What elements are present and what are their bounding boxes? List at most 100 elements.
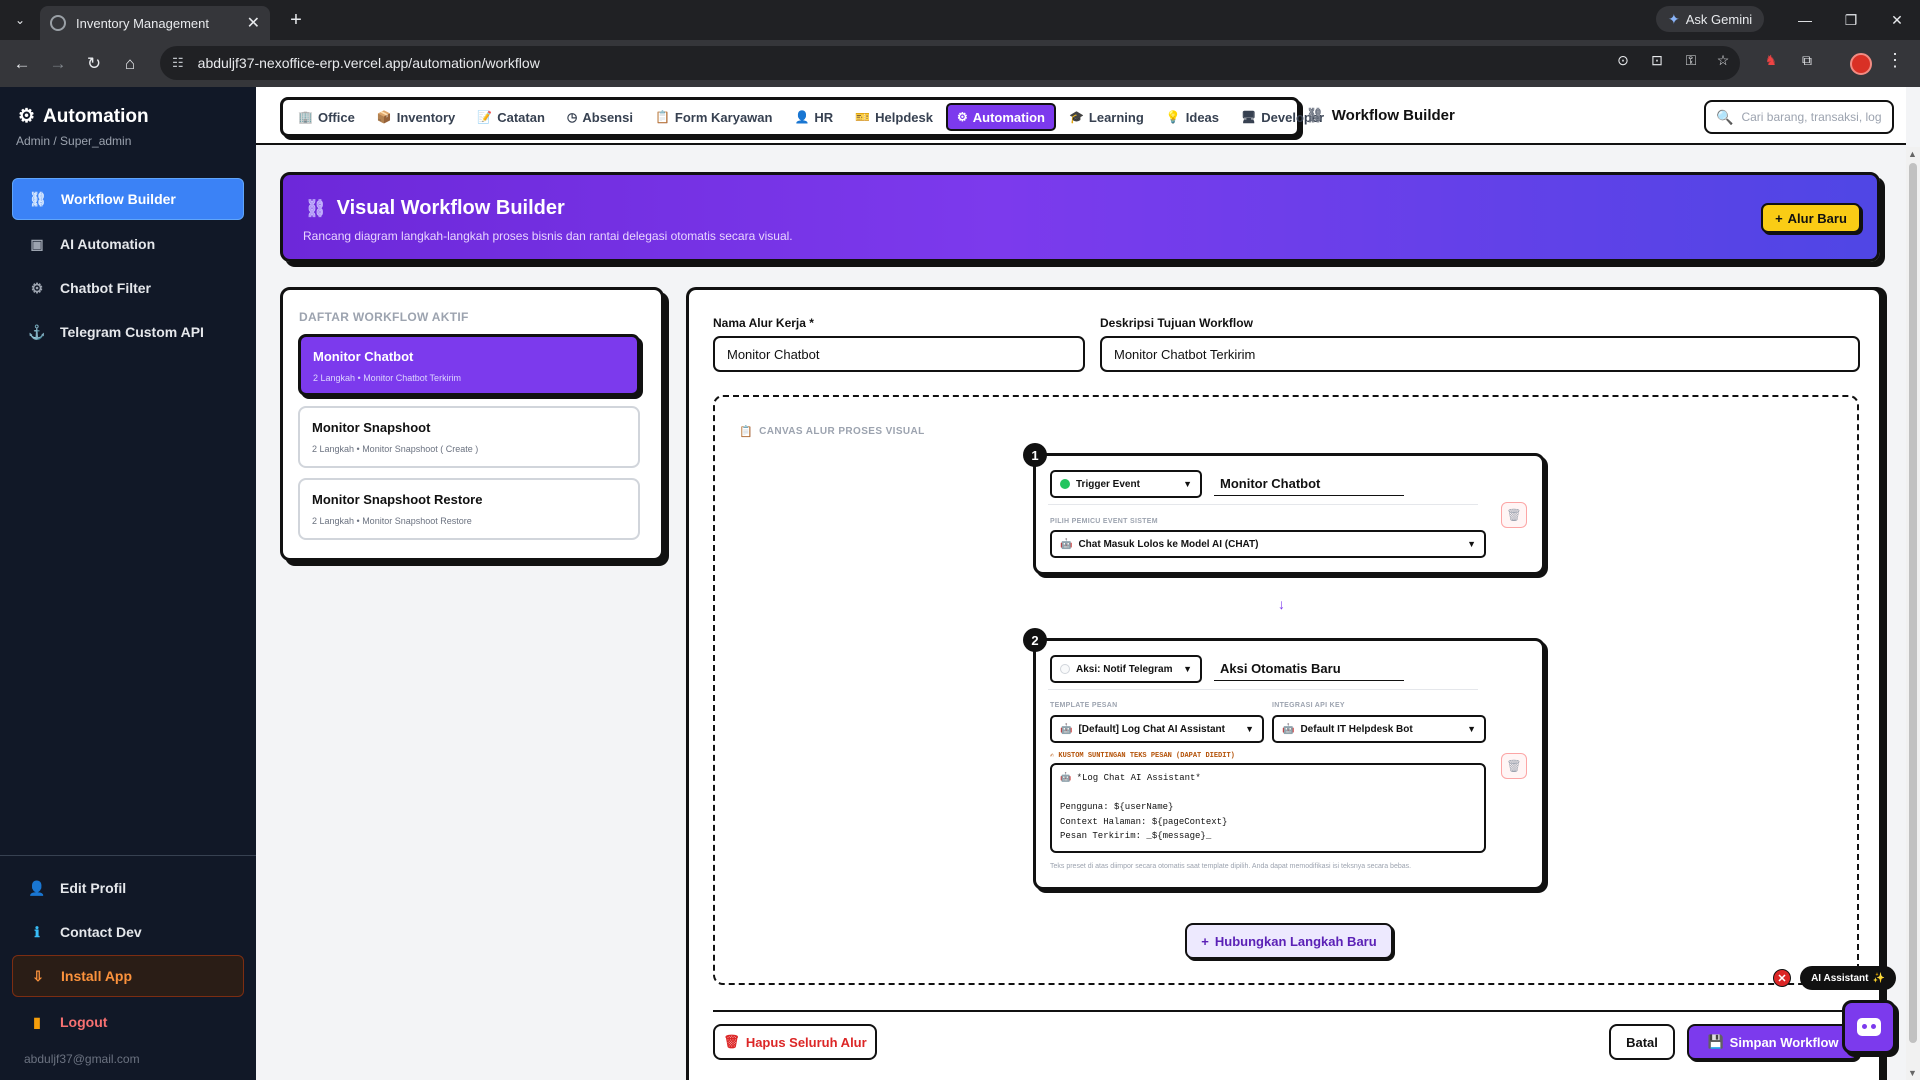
step-name-input[interactable]: Monitor Chatbot xyxy=(1214,472,1404,496)
custom-message-label-text: KUSTOM SUNTINGAN TEKS PESAN (DAPAT DIEDI… xyxy=(1058,752,1235,760)
sidebar-item-ai-automation[interactable]: ▣ AI Automation xyxy=(12,223,244,265)
nav-hr[interactable]: 👤 HR xyxy=(785,103,842,131)
star-icon[interactable]: ☆ xyxy=(1712,49,1734,71)
sidebar-item-label: AI Automation xyxy=(60,236,156,252)
reload-icon[interactable]: ↻ xyxy=(80,50,108,78)
address-bar[interactable]: ☷ abduljf37-nexoffice-erp.vercel.app/aut… xyxy=(160,46,1740,80)
page-scrollbar[interactable]: ▲ ▼ xyxy=(1906,147,1920,1080)
module-nav: 🏢 Office 📦 Inventory 📝 Catatan ◷ Absensi 📋 Fo… xyxy=(280,97,1324,137)
forward-icon[interactable]: → xyxy=(44,50,72,78)
api-key-select[interactable]: 🤖 Default IT Helpdesk Bot ▼ xyxy=(1272,715,1486,743)
sidebar-item-label: Chatbot Filter xyxy=(60,280,151,296)
step-type-select[interactable]: Trigger Event ▼ xyxy=(1050,470,1202,498)
new-tab-icon[interactable]: + xyxy=(282,6,310,34)
nav-office[interactable]: 🏢 Office xyxy=(289,103,364,131)
install-icon: ⇩ xyxy=(32,967,44,984)
workflow-card-monitor-snapshoot-restore[interactable]: Monitor Snapshoot Restore 2 Langkah • Mo… xyxy=(298,478,640,540)
browser-menu-icon[interactable]: ⋮ xyxy=(1886,50,1904,71)
tab-search-icon[interactable]: ⌄ xyxy=(8,8,32,32)
nav-absensi[interactable]: ◷ Absensi xyxy=(558,103,642,131)
sidebar-item-label: Edit Profil xyxy=(60,880,127,896)
nav-label: Inventory xyxy=(396,109,456,125)
scrollbar-thumb[interactable] xyxy=(1909,163,1917,1043)
workflow-icon: ⛓ xyxy=(1306,107,1324,123)
template-select[interactable]: 🤖 [Default] Log Chat AI Assistant ▼ xyxy=(1050,715,1264,743)
sidebar-item-workflow-builder[interactable]: ⛓ Workflow Builder xyxy=(12,178,244,220)
workflow-card-name: Monitor Snapshoot xyxy=(312,420,431,435)
sidebar-item-contact-dev[interactable]: ℹ Contact Dev xyxy=(12,911,244,953)
door-icon: ▮ xyxy=(33,1013,41,1030)
trash-icon[interactable]: 🗑 xyxy=(1501,753,1527,779)
clock-icon: ◷ xyxy=(566,110,578,124)
scroll-up-icon[interactable]: ▲ xyxy=(1908,149,1917,159)
key-icon[interactable]: ⚿ xyxy=(1680,49,1702,71)
nav-label: Helpdesk xyxy=(875,109,933,125)
cancel-button[interactable]: Batal xyxy=(1609,1024,1675,1060)
delete-workflow-button[interactable]: 🗑 Hapus Seluruh Alur xyxy=(713,1024,877,1060)
sidebar-item-chatbot-filter[interactable]: ⚙ Chatbot Filter xyxy=(12,267,244,309)
nav-automation[interactable]: ⚙ Automation xyxy=(945,103,1056,131)
connect-step-button[interactable]: + Hubungkan Langkah Baru xyxy=(1185,923,1393,959)
banner-subtitle: Rancang diagram langkah-langkah proses b… xyxy=(303,229,793,243)
install-app-icon[interactable]: ⊡ xyxy=(1646,49,1668,71)
browser-tab[interactable]: Inventory Management ✕ xyxy=(40,6,270,40)
location-icon[interactable]: ⊙ xyxy=(1612,49,1634,71)
custom-message-label: ✍ KUSTOM SUNTINGAN TEKS PESAN (DAPAT DIE… xyxy=(1050,751,1235,760)
nav-ideas[interactable]: 💡 Ideas xyxy=(1157,103,1228,131)
sidebar-item-install-app[interactable]: ⇩ Install App xyxy=(12,955,244,997)
banner-title-text: Visual Workflow Builder xyxy=(336,197,565,219)
search-icon: 🔍 xyxy=(1716,108,1734,125)
ai-assistant-label-text: AI Assistant xyxy=(1811,972,1869,984)
step-name-input[interactable]: Aksi Otomatis Baru xyxy=(1214,657,1404,681)
save-workflow-button[interactable]: 💾 Simpan Workflow xyxy=(1687,1024,1859,1060)
sidebar: ⚙ Automation Admin / Super_admin ⛓ Workf… xyxy=(0,87,256,1080)
pencil-icon: ✍ xyxy=(1050,752,1055,760)
extensions-icon[interactable]: ⧉ xyxy=(1796,49,1818,71)
nav-learning[interactable]: 🎓 Learning xyxy=(1060,103,1153,131)
minimize-icon[interactable]: — xyxy=(1782,0,1828,40)
sidebar-item-logout[interactable]: ▮ Logout xyxy=(12,1001,244,1043)
ai-assistant-close-icon[interactable]: ✕ xyxy=(1773,969,1791,987)
close-tab-icon[interactable]: ✕ xyxy=(247,13,260,33)
sidebar-divider xyxy=(0,855,256,856)
canvas-title-text: CANVAS ALUR PROSES VISUAL xyxy=(759,426,925,437)
workflow-desc-input[interactable] xyxy=(1100,336,1860,372)
chevron-down-icon: ▼ xyxy=(1467,539,1476,549)
workflow-card-monitor-snapshoot[interactable]: Monitor Snapshoot 2 Langkah • Monitor Sn… xyxy=(298,406,640,468)
ask-gemini-button[interactable]: ✦ Ask Gemini xyxy=(1656,6,1765,32)
ai-assistant-button[interactable] xyxy=(1842,1000,1896,1054)
restore-icon[interactable]: ❐ xyxy=(1828,0,1874,40)
robot-icon: 🤖 xyxy=(1282,723,1295,735)
step-type-select[interactable]: Aksi: Notif Telegram ▼ xyxy=(1050,655,1202,683)
nav-form-karyawan[interactable]: 📋 Form Karyawan xyxy=(646,103,782,131)
nav-helpdesk[interactable]: 🎫 Helpdesk xyxy=(846,103,942,131)
save-workflow-label: Simpan Workflow xyxy=(1729,1034,1839,1050)
new-workflow-button[interactable]: + Alur Baru xyxy=(1761,203,1861,233)
floppy-icon: 💾 xyxy=(1707,1034,1724,1049)
nav-inventory[interactable]: 📦 Inventory xyxy=(368,103,464,131)
window-close-icon[interactable]: ✕ xyxy=(1874,0,1920,40)
search-input[interactable] xyxy=(1741,110,1882,124)
nav-label: Form Karyawan xyxy=(674,109,773,125)
workflow-card-name: Monitor Snapshoot Restore xyxy=(312,492,483,507)
profile-avatar[interactable] xyxy=(1850,53,1872,75)
delete-workflow-label: Hapus Seluruh Alur xyxy=(745,1034,867,1050)
home-icon[interactable]: ⌂ xyxy=(116,50,144,78)
back-icon[interactable]: ← xyxy=(8,50,36,78)
site-info-icon[interactable]: ☷ xyxy=(172,55,184,71)
browser-tab-title: Inventory Management xyxy=(76,15,209,31)
ai-assistant-label[interactable]: AI Assistant ✨ xyxy=(1800,966,1896,990)
person-icon: 👤 xyxy=(794,110,810,124)
extension-fox-icon[interactable]: ♞ xyxy=(1760,49,1782,71)
workflow-card-monitor-chatbot[interactable]: Monitor Chatbot 2 Langkah • Monitor Chat… xyxy=(298,334,640,396)
event-select[interactable]: 🤖 Chat Masuk Lolos ke Model AI (CHAT) ▼ xyxy=(1050,530,1486,558)
workflow-name-input[interactable] xyxy=(713,336,1085,372)
scroll-down-icon[interactable]: ▼ xyxy=(1908,1068,1917,1078)
trash-icon[interactable]: 🗑 xyxy=(1501,502,1527,528)
sidebar-brand: ⚙ Automation xyxy=(18,105,149,128)
nav-catatan[interactable]: 📝 Catatan xyxy=(468,103,554,131)
chevron-down-icon: ▼ xyxy=(1245,724,1254,734)
message-textarea[interactable]: 🤖 *Log Chat AI Assistant* Pengguna: ${us… xyxy=(1050,763,1486,853)
sidebar-item-edit-profil[interactable]: 👤 Edit Profil xyxy=(12,867,244,909)
sidebar-item-telegram-custom-api[interactable]: ⚓ Telegram Custom API xyxy=(12,311,244,353)
